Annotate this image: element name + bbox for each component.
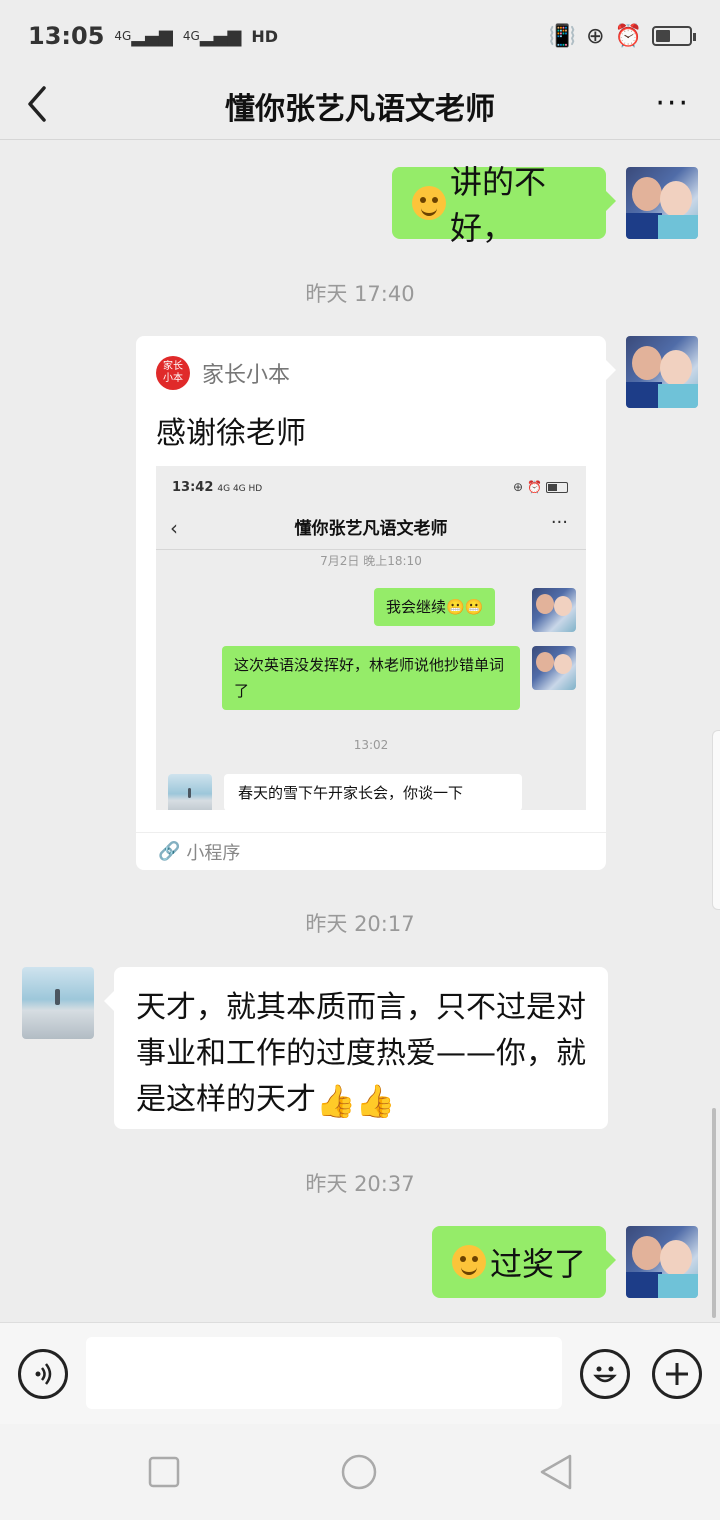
sent-message-bubble[interactable]: 讲的不好， bbox=[392, 163, 616, 247]
recent-apps-icon[interactable] bbox=[148, 1456, 180, 1488]
card-source: 家长小本 bbox=[202, 363, 291, 388]
signal-4g-2: 4G bbox=[182, 29, 200, 43]
preview-more-icon: ··· bbox=[550, 512, 568, 533]
my-avatar[interactable] bbox=[626, 1226, 698, 1298]
edge-panel-handle[interactable] bbox=[712, 730, 720, 910]
message-input[interactable] bbox=[86, 1337, 562, 1409]
status-bar: 13:05 4G ▂▄▆ 4G ▂▄▆ HD 📳 ⊕ ⏰ bbox=[0, 0, 720, 72]
preview-nav: ‹ 懂你张艺凡语文老师 ··· bbox=[156, 504, 586, 550]
chat-header: 懂你张艺凡语文老师 ··· bbox=[0, 72, 720, 140]
vibrate-icon: 📳 bbox=[548, 23, 577, 49]
preview-title: 懂你张艺凡语文老师 bbox=[294, 519, 448, 539]
card-header: 家长 小本 家长小本 bbox=[156, 356, 290, 390]
signal-bars-icon-2: ▂▄▆ bbox=[199, 25, 242, 47]
back-arrow-icon[interactable] bbox=[22, 80, 72, 130]
hd-badge: HD bbox=[251, 26, 279, 46]
laugh-cry-emoji-icon bbox=[412, 186, 446, 220]
timestamp: 昨天 20:17 bbox=[305, 912, 415, 936]
chat-title: 懂你张艺凡语文老师 bbox=[225, 91, 495, 127]
preview-status-icons: ⊕ ⏰ bbox=[513, 480, 568, 494]
thinking-emoji-icon bbox=[452, 1245, 486, 1279]
preview-message-2: 这次英语没发挥好，林老师说他抄错单词了 bbox=[222, 646, 520, 710]
preview-timestamp-1: 7月2日 晚上18:10 bbox=[320, 554, 422, 568]
mini-program-card[interactable]: 家长 小本 家长小本 感谢徐老师 13:42 4G 4G HD ⊕ ⏰ ‹ 懂你张艺凡… bbox=[136, 336, 616, 870]
timestamp: 昨天 20:37 bbox=[305, 1172, 415, 1196]
scrollbar-thumb[interactable] bbox=[712, 1108, 716, 1318]
signal-bars-icon: ▂▄▆ bbox=[131, 25, 173, 47]
home-icon[interactable] bbox=[340, 1453, 378, 1491]
card-screenshot-preview: 13:42 4G 4G HD ⊕ ⏰ ‹ 懂你张艺凡语文老师 ··· 7月2日 晚上… bbox=[156, 466, 586, 810]
message-text: 过奖了 bbox=[490, 1245, 587, 1283]
my-avatar[interactable] bbox=[626, 336, 698, 408]
preview-avatar-2 bbox=[532, 646, 576, 690]
preview-message-1: 我会继续😬😬 bbox=[374, 588, 496, 626]
system-navigation-bar bbox=[0, 1424, 720, 1520]
timestamp: 昨天 17:40 bbox=[305, 282, 415, 306]
preview-status: 13:42 4G 4G HD bbox=[172, 480, 263, 495]
message-text: 讲的不好， bbox=[450, 163, 547, 247]
sent-message-bubble[interactable]: 过奖了 bbox=[432, 1226, 616, 1298]
battery-icon bbox=[652, 26, 696, 46]
back-nav-icon[interactable] bbox=[538, 1453, 574, 1491]
my-avatar[interactable] bbox=[626, 167, 698, 239]
thumbs-up-icon: 👍👍 bbox=[316, 1081, 396, 1120]
received-message-bubble[interactable]: 天才，就其本质而言，只不过是对事业和工作的过度热爱——你，就是这样的天才👍👍 bbox=[104, 967, 608, 1129]
lock-rotation-icon: ⊕ bbox=[586, 23, 605, 49]
mini-program-link-icon: 🔗 bbox=[158, 841, 181, 862]
preview-avatar-3 bbox=[168, 774, 212, 810]
app-logo: 家长 小本 bbox=[156, 356, 190, 390]
preview-message-3: 春天的雪下午开家长会，你谈一下 bbox=[224, 774, 522, 810]
voice-input-icon[interactable] bbox=[18, 1349, 68, 1399]
contact-avatar[interactable] bbox=[22, 967, 94, 1039]
input-bar bbox=[0, 1322, 720, 1424]
card-footer-label: 小程序 bbox=[186, 842, 241, 864]
preview-timestamp-2: 13:02 bbox=[353, 738, 389, 752]
alarm-icon: ⏰ bbox=[614, 23, 642, 49]
preview-avatar-1 bbox=[532, 588, 576, 632]
more-options-icon[interactable]: ··· bbox=[655, 86, 690, 121]
card-title: 感谢徐老师 bbox=[156, 416, 306, 451]
more-functions-plus-icon[interactable] bbox=[652, 1349, 702, 1399]
signal-4g-1: 4G bbox=[114, 29, 132, 43]
battery-level bbox=[656, 30, 671, 42]
card-footer: 🔗 小程序 bbox=[136, 832, 606, 870]
emoji-picker-icon[interactable] bbox=[580, 1349, 630, 1399]
status-time: 13:05 bbox=[28, 22, 105, 50]
status-icons: 📳 ⊕ ⏰ bbox=[548, 23, 696, 49]
